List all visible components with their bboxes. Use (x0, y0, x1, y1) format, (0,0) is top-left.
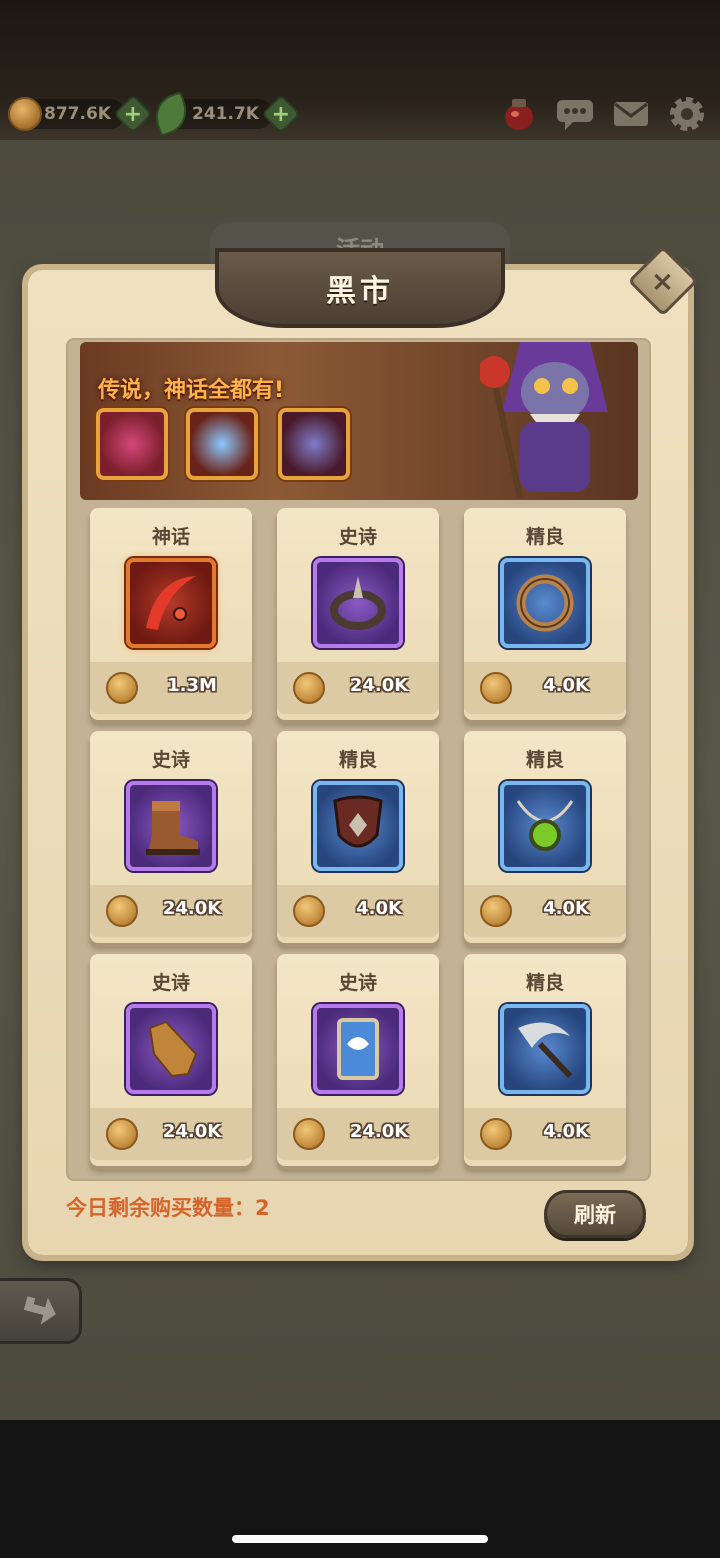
shield-icon (313, 1004, 403, 1094)
item-rarity: 史诗 (151, 972, 190, 994)
shop-item-card[interactable]: 精良 4.0K (277, 731, 439, 943)
coin-icon (293, 895, 325, 927)
price-bar: 24.0K (90, 1108, 252, 1160)
shop-item-card[interactable]: 史诗 24.0K (277, 954, 439, 1166)
price-bar: 4.0K (464, 1108, 626, 1160)
top-icon-group (498, 95, 708, 133)
item-rarity: 神话 (151, 526, 190, 548)
coin-icon (480, 1118, 512, 1150)
chat-icon[interactable] (554, 95, 596, 133)
refresh-button[interactable]: 刷新 (544, 1190, 646, 1238)
add-gem-button[interactable]: + (261, 94, 301, 134)
item-price: 24.0K (349, 1121, 409, 1142)
close-icon: × (651, 264, 675, 298)
gold-pill: 877.6K (8, 97, 125, 131)
home-indicator[interactable] (232, 1535, 488, 1543)
remaining-purchases: 今日剩余购买数量：2 (66, 1196, 270, 1220)
back-button[interactable] (0, 1278, 82, 1344)
gem-pill: 241.7K (148, 91, 273, 137)
item-rarity: 史诗 (151, 749, 190, 771)
panel-title: 黑市 (215, 248, 505, 328)
gold-coin-icon (8, 97, 42, 131)
item-price: 24.0K (349, 675, 409, 696)
banner-weapon-icon (186, 408, 258, 480)
coin-icon (106, 672, 138, 704)
item-price: 4.0K (356, 898, 402, 919)
price-bar: 24.0K (277, 1108, 439, 1160)
shop-item-card[interactable]: 史诗 24.0K (277, 508, 439, 720)
item-rarity: 史诗 (338, 526, 377, 548)
plus-icon: + (123, 101, 143, 127)
gold-amount: 877.6K (44, 104, 111, 124)
shop-item-card[interactable]: 精良 4.0K (464, 954, 626, 1166)
banner-armor-icon (278, 408, 350, 480)
scythe-icon (500, 1004, 590, 1094)
item-price: 4.0K (543, 675, 589, 696)
merchant-wizard-icon (480, 342, 608, 498)
banner-slogan: 传说，神话全都有! (98, 378, 285, 403)
potion-icon[interactable] (498, 95, 540, 133)
gloves-icon (126, 1004, 216, 1094)
coin-icon (106, 895, 138, 927)
shop-item-card[interactable]: 精良 4.0K (464, 731, 626, 943)
coin-icon (293, 672, 325, 704)
back-arrow-icon (23, 1296, 56, 1325)
item-price: 24.0K (162, 1121, 222, 1142)
item-rarity: 史诗 (338, 972, 377, 994)
item-price: 24.0K (162, 898, 222, 919)
settings-icon[interactable] (666, 95, 708, 133)
shop-item-card[interactable]: 精良 4.0K (464, 508, 626, 720)
leaf-gem-icon (148, 91, 194, 137)
item-rarity: 精良 (338, 749, 377, 771)
promo-banner: 传说，神话全都有! (80, 342, 638, 500)
ring-icon (500, 558, 590, 648)
shield-icon (313, 781, 403, 871)
coin-icon (480, 672, 512, 704)
resource-bar: 877.6K + 241.7K + (0, 91, 720, 137)
amulet-icon (500, 781, 590, 871)
price-bar: 4.0K (464, 662, 626, 714)
coin-icon (106, 1118, 138, 1150)
gold-resource: 877.6K + (8, 94, 153, 134)
item-rarity: 精良 (525, 749, 564, 771)
banner-scepter-icon (96, 408, 168, 480)
item-price: 1.3M (167, 675, 217, 696)
coin-icon (480, 895, 512, 927)
plus-icon: + (271, 101, 291, 127)
item-price: 4.0K (543, 1121, 589, 1142)
price-bar: 1.3M (90, 662, 252, 714)
shop-item-card[interactable]: 史诗 24.0K (90, 954, 252, 1166)
mail-icon[interactable] (610, 95, 652, 133)
item-rarity: 精良 (525, 972, 564, 994)
price-bar: 4.0K (277, 885, 439, 937)
shop-item-card[interactable]: 史诗 24.0K (90, 731, 252, 943)
add-gold-button[interactable]: + (113, 94, 153, 134)
shop-item-card[interactable]: 神话 1.3M (90, 508, 252, 720)
price-bar: 24.0K (277, 662, 439, 714)
sword-icon (126, 558, 216, 648)
boots-icon (126, 781, 216, 871)
gem-amount: 241.7K (192, 104, 259, 124)
price-bar: 4.0K (464, 885, 626, 937)
ring-icon (313, 558, 403, 648)
price-bar: 24.0K (90, 885, 252, 937)
item-price: 4.0K (543, 898, 589, 919)
coin-icon (293, 1118, 325, 1150)
item-rarity: 精良 (525, 526, 564, 548)
gem-resource: 241.7K + (148, 91, 301, 137)
